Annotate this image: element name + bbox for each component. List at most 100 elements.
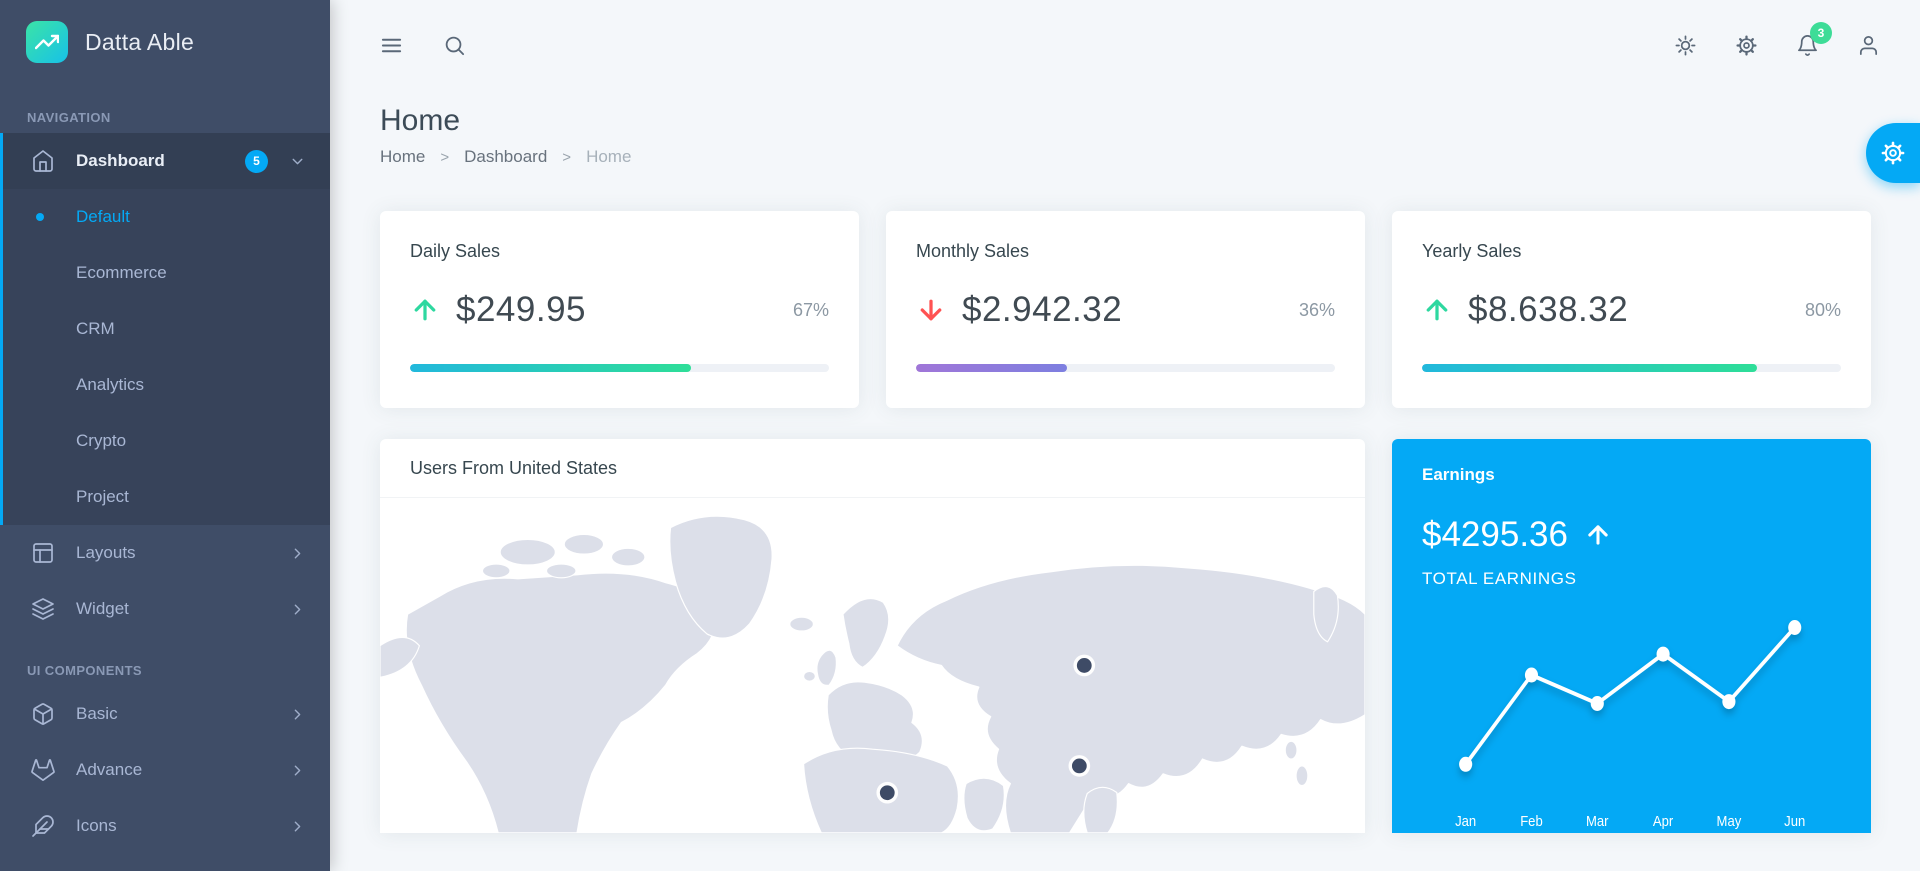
card-title: Daily Sales: [410, 241, 829, 262]
settings-button[interactable]: [1735, 34, 1758, 57]
nav-caption-navigation: NAVIGATION: [27, 110, 330, 125]
breadcrumb-separator: >: [562, 149, 571, 166]
layout-icon: [31, 541, 55, 565]
sidebar-item-label: Layouts: [76, 543, 136, 563]
progress-fill: [916, 364, 1067, 372]
svg-text:Feb: Feb: [1520, 812, 1543, 829]
card-value-row: $2.942.32 36%: [916, 290, 1335, 330]
menu-toggle-button[interactable]: [380, 34, 403, 57]
trending-up-icon: [26, 21, 68, 63]
subitem-label: CRM: [76, 319, 115, 339]
sidebar-subitem-analytics[interactable]: Analytics: [3, 357, 330, 413]
page-title: Home: [380, 104, 1870, 138]
card-title: Yearly Sales: [1422, 241, 1841, 262]
menu-icon: [380, 34, 403, 57]
gear-icon: [1735, 34, 1758, 57]
chevron-right-icon: [289, 545, 306, 562]
svg-text:May: May: [1717, 812, 1742, 829]
sidebar-item-label: Dashboard: [76, 151, 165, 171]
progress-fill: [1422, 364, 1757, 372]
svg-text:Jun: Jun: [1784, 812, 1805, 829]
monthly-sales-card: Monthly Sales $2.942.32 36%: [886, 211, 1365, 408]
sidebar-item-dashboard[interactable]: Dashboard 5: [3, 133, 330, 189]
card-value-row: $8.638.32 80%: [1422, 290, 1841, 330]
page-head: Home Home > Dashboard > Home: [330, 90, 1920, 167]
sidebar-item-layouts[interactable]: Layouts: [0, 525, 330, 581]
earnings-chart-svg: JanFebMarAprMayJun: [1422, 593, 1841, 833]
subitem-label: Analytics: [76, 375, 144, 395]
card-value: $249.95: [456, 290, 586, 330]
card-value: $2.942.32: [962, 290, 1122, 330]
sidebar-item-advance[interactable]: Advance: [0, 742, 330, 798]
sidebar-subitem-ecommerce[interactable]: Ecommerce: [3, 245, 330, 301]
breadcrumb: Home > Dashboard > Home: [380, 147, 1870, 167]
user-icon: [1857, 34, 1880, 57]
main-area: 3 Home Home > Dashboard > Home Daily Sal…: [330, 0, 1920, 871]
card-percent: 36%: [1299, 300, 1335, 321]
arrow-up-icon: [410, 295, 440, 325]
box-icon: [31, 702, 55, 726]
card-value: $8.638.32: [1468, 290, 1628, 330]
nav-caption-ui-components: UI COMPONENTS: [27, 663, 330, 678]
nav-group-dashboard: Dashboard 5 Default Ecommerce CRM Analyt…: [0, 133, 330, 525]
progress-track: [410, 364, 829, 372]
sidebar-item-label: Basic: [76, 704, 118, 724]
world-map: [380, 498, 1365, 833]
chevron-right-icon: [289, 706, 306, 723]
user-profile-button[interactable]: [1857, 34, 1880, 57]
map-card-title: Users From United States: [380, 439, 1365, 498]
configurator-fab[interactable]: [1866, 123, 1920, 183]
yearly-sales-card: Yearly Sales $8.638.32 80%: [1392, 211, 1871, 408]
notification-count-badge: 3: [1810, 22, 1832, 44]
sidebar-item-basic[interactable]: Basic: [0, 686, 330, 742]
content-row: Users From United States: [330, 408, 1920, 833]
arrow-down-icon: [916, 295, 946, 325]
layers-icon: [31, 597, 55, 621]
gear-icon: [1880, 140, 1906, 166]
progress-track: [1422, 364, 1841, 372]
notifications-button[interactable]: 3: [1796, 34, 1819, 57]
theme-brightness-button[interactable]: [1674, 34, 1697, 57]
card-percent: 80%: [1805, 300, 1841, 321]
sidebar-subitem-crm[interactable]: CRM: [3, 301, 330, 357]
gitlab-icon: [31, 758, 55, 782]
chevron-right-icon: [289, 762, 306, 779]
earnings-card: Earnings $4295.36 TOTAL EARNINGS Ja: [1392, 439, 1871, 833]
breadcrumb-link-home[interactable]: Home: [380, 147, 425, 167]
brand[interactable]: Datta Able: [0, 0, 330, 84]
svg-text:Jan: Jan: [1455, 812, 1476, 829]
earnings-subtitle: TOTAL EARNINGS: [1422, 569, 1841, 589]
active-bullet-icon: [36, 213, 44, 221]
map-marker-siberia: [1077, 658, 1092, 673]
arrow-up-icon: [1584, 521, 1612, 549]
dashboard-count-badge: 5: [245, 150, 268, 173]
subitem-label: Default: [76, 207, 130, 227]
earnings-value-row: $4295.36: [1422, 515, 1841, 555]
sidebar-item-icons[interactable]: Icons: [0, 798, 330, 854]
chevron-down-icon: [289, 153, 306, 170]
breadcrumb-current: Home: [586, 147, 631, 167]
sidebar-subitem-crypto[interactable]: Crypto: [3, 413, 330, 469]
search-icon: [443, 34, 466, 57]
breadcrumb-separator: >: [440, 149, 449, 166]
sidebar-subitem-project[interactable]: Project: [3, 469, 330, 525]
arrow-up-icon: [1422, 295, 1452, 325]
sidebar-subitem-default[interactable]: Default: [3, 189, 330, 245]
svg-text:Apr: Apr: [1653, 812, 1674, 829]
earnings-title: Earnings: [1422, 465, 1841, 485]
sidebar-item-label: Advance: [76, 760, 142, 780]
users-map-card: Users From United States: [380, 439, 1365, 833]
breadcrumb-link-dashboard[interactable]: Dashboard: [464, 147, 547, 167]
card-percent: 67%: [793, 300, 829, 321]
stat-cards-row: Daily Sales $249.95 67% Monthly Sales $2…: [330, 167, 1920, 408]
map-marker-china: [1072, 759, 1087, 774]
sidebar-item-label: Widget: [76, 599, 129, 619]
feather-icon: [31, 814, 55, 838]
topbar-right: 3: [1674, 34, 1880, 57]
search-button[interactable]: [443, 34, 466, 57]
sidebar: Datta Able NAVIGATION Dashboard 5 Defaul…: [0, 0, 330, 871]
card-title: Monthly Sales: [916, 241, 1335, 262]
daily-sales-card: Daily Sales $249.95 67%: [380, 211, 859, 408]
sidebar-item-widget[interactable]: Widget: [0, 581, 330, 637]
app-root: Datta Able NAVIGATION Dashboard 5 Defaul…: [0, 0, 1920, 871]
